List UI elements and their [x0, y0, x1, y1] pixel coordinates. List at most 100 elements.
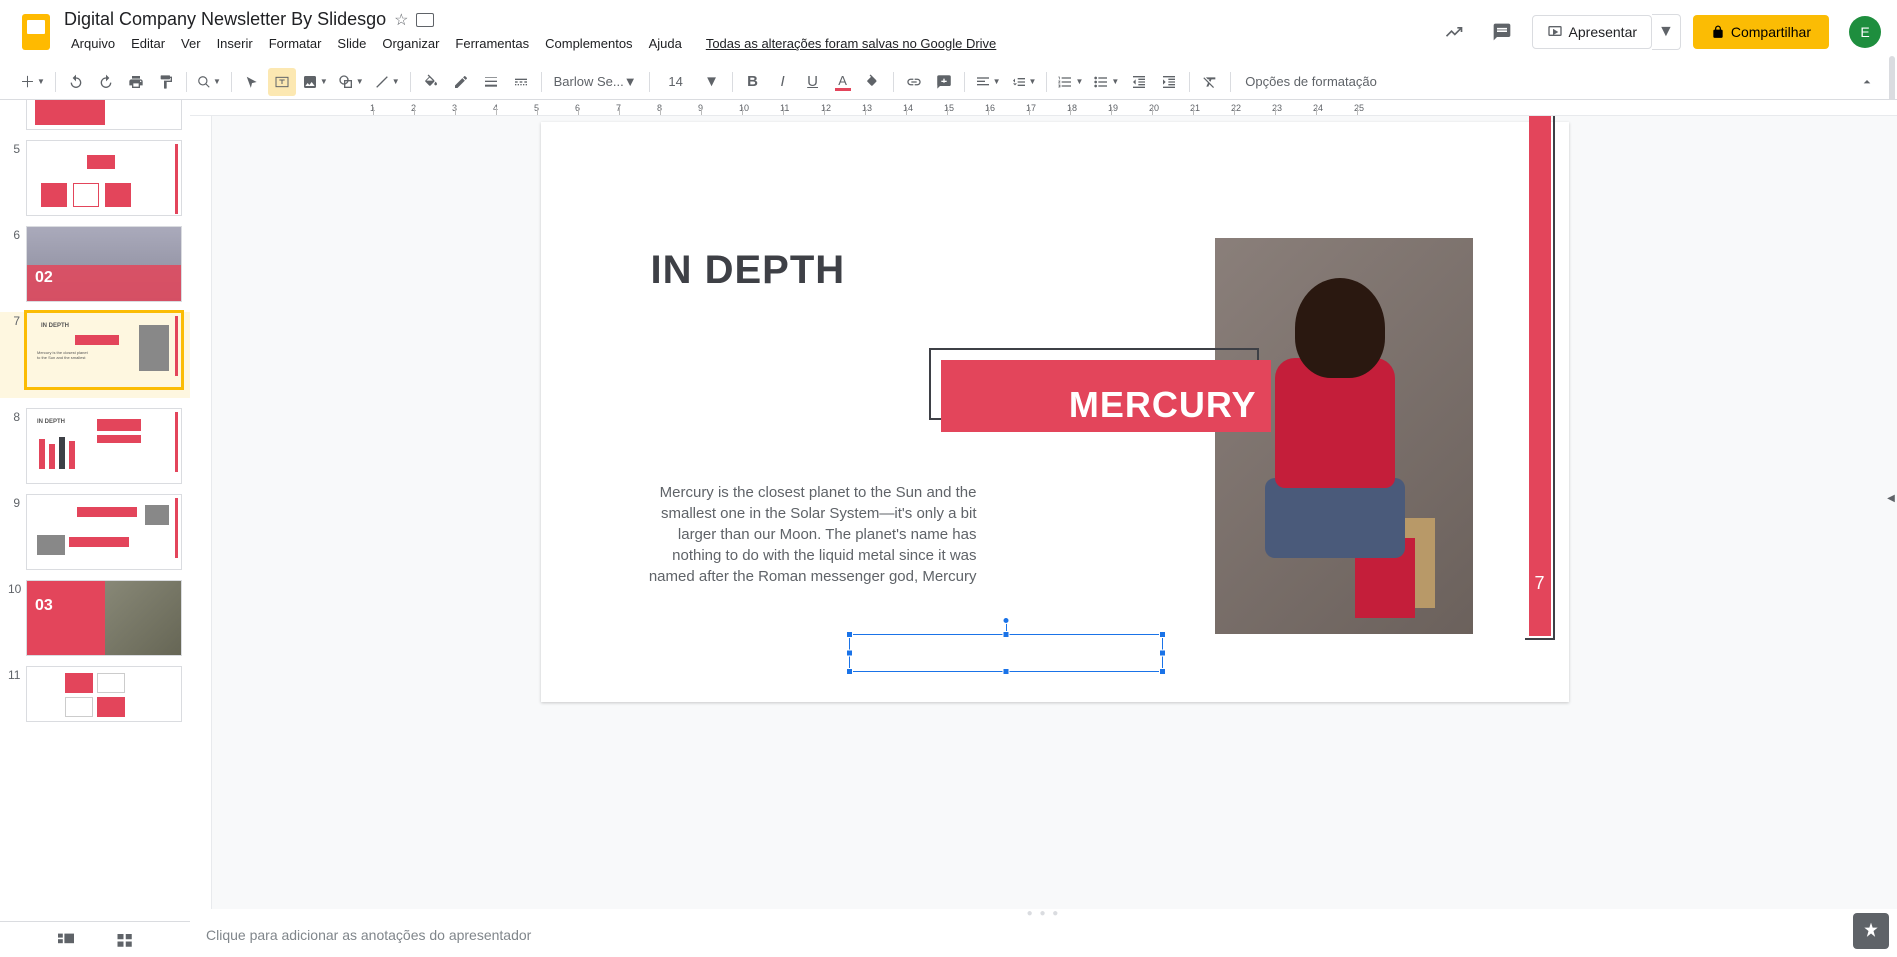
grid-view-icon[interactable]: [116, 932, 134, 948]
shape-tool[interactable]: ▼: [334, 68, 368, 96]
underline-button[interactable]: U: [799, 68, 827, 96]
align-button[interactable]: ▼: [971, 68, 1005, 96]
canvas-scroll[interactable]: 7 IN DEPTH MERCURY: [212, 116, 1897, 909]
slide-thumb-4[interactable]: [26, 100, 182, 130]
bold-button[interactable]: B: [739, 68, 767, 96]
slide-canvas[interactable]: 7 IN DEPTH MERCURY: [541, 122, 1569, 702]
thumb-number: 8: [8, 408, 26, 424]
resize-handle-sw[interactable]: [846, 668, 853, 675]
collapse-toolbar-button[interactable]: [1853, 68, 1881, 96]
menu-ajuda[interactable]: Ajuda: [642, 32, 689, 55]
increase-indent-button[interactable]: [1155, 68, 1183, 96]
line-spacing-button[interactable]: ▼: [1007, 68, 1041, 96]
side-panel-toggle[interactable]: ◀: [1885, 479, 1897, 519]
menu-editar[interactable]: Editar: [124, 32, 172, 55]
font-size-select[interactable]: 14: [656, 68, 696, 96]
user-avatar[interactable]: E: [1849, 16, 1881, 48]
app-header: Digital Company Newsletter By Slidesgo ☆…: [0, 0, 1897, 64]
text-color-button[interactable]: A: [829, 68, 857, 96]
comment-button[interactable]: [930, 68, 958, 96]
slide-thumb-8[interactable]: IN DEPTH: [26, 408, 182, 484]
speaker-notes[interactable]: Clique para adicionar as anotações do ap…: [190, 917, 1897, 957]
menu-ferramentas[interactable]: Ferramentas: [448, 32, 536, 55]
resize-handle-s[interactable]: [1002, 668, 1009, 675]
side-red-bar: [1529, 116, 1551, 636]
fill-color-button[interactable]: [417, 68, 445, 96]
menu-bar: Arquivo Editar Ver Inserir Formatar Slid…: [64, 32, 1436, 55]
menu-complementos[interactable]: Complementos: [538, 32, 639, 55]
menu-formatar[interactable]: Formatar: [262, 32, 329, 55]
resize-handle-nw[interactable]: [846, 631, 853, 638]
move-icon[interactable]: [416, 13, 434, 27]
rotate-handle[interactable]: [1002, 617, 1009, 624]
thumb-number: 11: [8, 666, 26, 682]
paint-format-button[interactable]: [152, 68, 180, 96]
bullet-list-button[interactable]: ▼: [1089, 68, 1123, 96]
main-area: 5 6 02 7 IN DEPTH M: [0, 100, 1897, 957]
menu-arquivo[interactable]: Arquivo: [64, 32, 122, 55]
font-family-select[interactable]: Barlow Se...▼: [548, 68, 643, 96]
font-size-dropdown[interactable]: ▼: [698, 68, 726, 96]
subtitle-box[interactable]: MERCURY: [941, 360, 1271, 432]
star-icon[interactable]: ☆: [394, 10, 408, 30]
vertical-ruler[interactable]: [190, 116, 212, 909]
clear-formatting-button[interactable]: [1196, 68, 1224, 96]
resize-handle-w[interactable]: [846, 650, 853, 657]
slide-thumb-9[interactable]: [26, 494, 182, 570]
new-slide-button[interactable]: ＋▼: [16, 68, 49, 96]
resize-handle-se[interactable]: [1159, 668, 1166, 675]
select-tool[interactable]: [238, 68, 266, 96]
present-dropdown[interactable]: ▼: [1652, 14, 1681, 50]
highlight-color-button[interactable]: [859, 68, 887, 96]
header-right: Apresentar ▼ Compartilhar E: [1436, 14, 1881, 50]
horizontal-ruler[interactable]: 1234567891011121314151617181920212223242…: [190, 100, 1897, 116]
slide-thumb-5[interactable]: [26, 140, 182, 216]
slide-thumb-10[interactable]: 03: [26, 580, 182, 656]
slide-image[interactable]: [1215, 238, 1473, 634]
resize-handle-ne[interactable]: [1159, 631, 1166, 638]
slide-body-text[interactable]: Mercury is the closest planet to the Sun…: [637, 482, 977, 587]
decrease-indent-button[interactable]: [1125, 68, 1153, 96]
border-dash-button[interactable]: [507, 68, 535, 96]
filmstrip[interactable]: 5 6 02 7 IN DEPTH M: [0, 100, 190, 957]
save-status[interactable]: Todas as alterações foram salvas no Goog…: [699, 32, 1003, 55]
thumb-number: 5: [8, 140, 26, 156]
menu-organizar[interactable]: Organizar: [375, 32, 446, 55]
activity-icon[interactable]: [1436, 14, 1472, 50]
print-button[interactable]: [122, 68, 150, 96]
link-button[interactable]: [900, 68, 928, 96]
redo-button[interactable]: [92, 68, 120, 96]
format-options-button[interactable]: Opções de formatação: [1237, 68, 1385, 96]
slide-heading[interactable]: IN DEPTH: [651, 248, 846, 293]
thumb-number: 6: [8, 226, 26, 242]
title-area: Digital Company Newsletter By Slidesgo ☆…: [64, 9, 1436, 55]
slide-thumb-11[interactable]: [26, 666, 182, 722]
comments-icon[interactable]: [1484, 14, 1520, 50]
textbox-tool[interactable]: [268, 68, 296, 96]
selected-textbox[interactable]: [849, 634, 1163, 672]
font-family-value: Barlow Se...: [554, 74, 624, 89]
explore-button[interactable]: [1853, 913, 1889, 949]
menu-slide[interactable]: Slide: [330, 32, 373, 55]
numbered-list-button[interactable]: ▼: [1053, 68, 1087, 96]
italic-button[interactable]: I: [769, 68, 797, 96]
share-button[interactable]: Compartilhar: [1693, 15, 1829, 49]
border-color-button[interactable]: [447, 68, 475, 96]
present-button[interactable]: Apresentar: [1532, 15, 1652, 49]
line-tool[interactable]: ▼: [370, 68, 404, 96]
notes-resize-handle[interactable]: ● ● ●: [190, 909, 1897, 917]
font-size-value: 14: [668, 74, 682, 89]
present-label: Apresentar: [1569, 24, 1637, 40]
undo-button[interactable]: [62, 68, 90, 96]
slide-thumb-7[interactable]: IN DEPTH Mercury is the closest planet t…: [26, 312, 182, 388]
resize-handle-n[interactable]: [1002, 631, 1009, 638]
resize-handle-e[interactable]: [1159, 650, 1166, 657]
image-tool[interactable]: ▼: [298, 68, 332, 96]
border-weight-button[interactable]: [477, 68, 505, 96]
menu-ver[interactable]: Ver: [174, 32, 208, 55]
menu-inserir[interactable]: Inserir: [210, 32, 260, 55]
filmstrip-view-icon[interactable]: [56, 932, 76, 948]
document-title[interactable]: Digital Company Newsletter By Slidesgo: [64, 9, 386, 30]
slide-thumb-6[interactable]: 02: [26, 226, 182, 302]
zoom-button[interactable]: ▼: [193, 68, 225, 96]
